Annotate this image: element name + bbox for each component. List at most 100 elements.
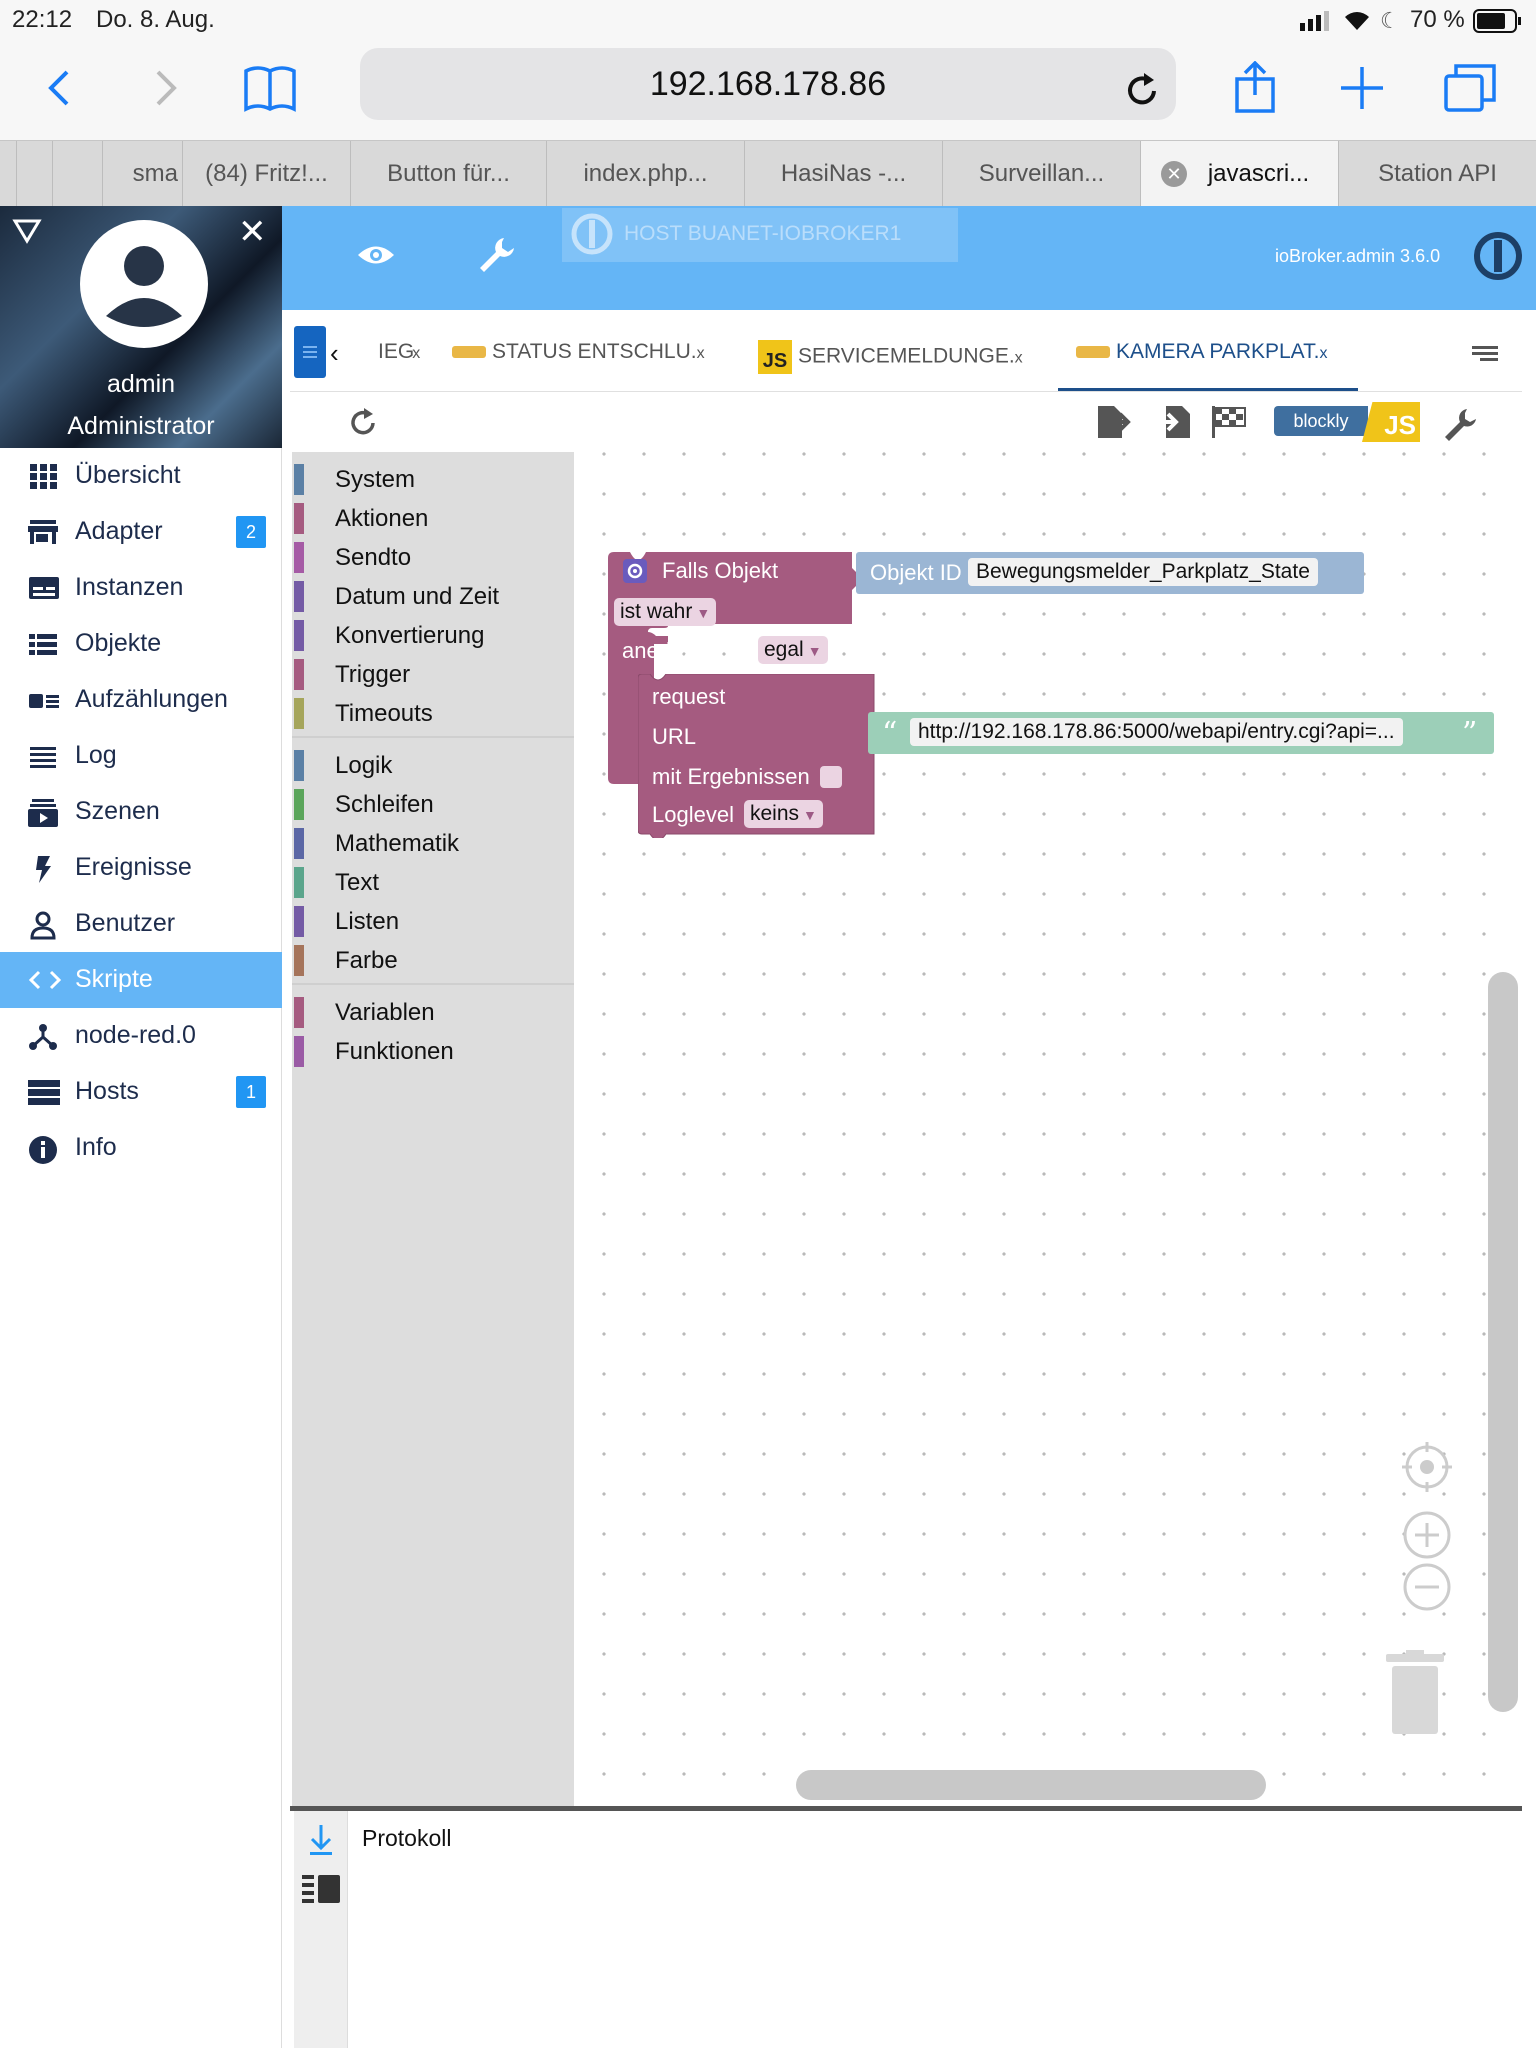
category-text[interactable]: Text <box>292 863 574 902</box>
browser-tab[interactable]: HasiNas -... <box>744 141 942 207</box>
sidebar-item-objekte[interactable]: Objekte <box>0 616 282 672</box>
browser-tab[interactable]: Button für... <box>350 141 546 207</box>
log-panel: Protokoll <box>290 1806 1522 2048</box>
sidebar-item-instanzen[interactable]: Instanzen <box>0 560 282 616</box>
category-sendto[interactable]: Sendto <box>292 538 574 577</box>
category-konvertierung[interactable]: Konvertierung <box>292 616 574 655</box>
browser-tab[interactable] <box>16 141 52 207</box>
loglevel-dropdown[interactable]: keins ▼ <box>744 800 823 828</box>
url-text-block[interactable]: “ http://192.168.178.86:5000/webapi/entr… <box>868 712 1494 754</box>
forward-icon[interactable] <box>135 58 195 118</box>
browser-tab[interactable]: Station API <box>1338 141 1536 207</box>
browser-tab-active[interactable]: ✕ javascri... <box>1140 141 1338 207</box>
status-date: Do. 8. Aug. <box>96 6 215 33</box>
category-listen[interactable]: Listen <box>292 902 574 941</box>
flag-icon[interactable] <box>1210 404 1250 445</box>
browser-toolbar: 192.168.178.86 <box>0 40 1536 140</box>
category-trigger[interactable]: Trigger <box>292 655 574 694</box>
browser-tab[interactable]: index.php... <box>546 141 744 207</box>
recenter-icon[interactable] <box>1402 1442 1452 1497</box>
sidebar-item-info[interactable]: Info <box>0 1120 282 1176</box>
hosts-icon <box>28 1078 60 1106</box>
zoom-out-icon[interactable] <box>1402 1562 1452 1617</box>
sidebar-item-szenen[interactable]: Szenen <box>0 784 282 840</box>
admin-version: ioBroker.admin 3.6.0 <box>1275 246 1441 266</box>
category-schleifen[interactable]: Schleifen <box>292 785 574 824</box>
category-farbe[interactable]: Farbe <box>292 941 574 980</box>
wrench-icon[interactable] <box>1442 406 1478 447</box>
sidebar-item-adapter[interactable]: Adapter 2 <box>0 504 282 560</box>
vertical-scrollbar[interactable] <box>1488 972 1518 1712</box>
category-timeouts[interactable]: Timeouts <box>292 694 574 733</box>
browser-tab[interactable] <box>52 141 102 207</box>
category-mathematik[interactable]: Mathematik <box>292 824 574 863</box>
eye-icon[interactable] <box>356 240 396 275</box>
scroll-down-icon[interactable] <box>308 1823 334 1862</box>
tabs-overview-icon[interactable] <box>1440 58 1500 118</box>
sidebar-item-node-red[interactable]: node-red.0 <box>0 1008 282 1064</box>
object-id-value[interactable]: Bewegungsmelder_Parkplatz_State <box>968 558 1318 586</box>
category-datum-und-zeit[interactable]: Datum und Zeit <box>292 577 574 616</box>
status-time: 22:12 <box>12 6 73 33</box>
sidebar-item-uebersicht[interactable]: Übersicht <box>0 448 282 504</box>
browser-tab[interactable]: Surveillan... <box>942 141 1140 207</box>
editor-toolbar: blockly JS <box>290 392 1522 452</box>
category-variablen[interactable]: Variablen <box>292 993 574 1032</box>
browser-tab[interactable]: (84) Fritz!... <box>182 141 350 207</box>
condition-dropdown[interactable]: ist wahr ▼ <box>614 598 717 626</box>
category-system[interactable]: System <box>292 460 574 499</box>
iobroker-logo-icon <box>570 212 614 261</box>
bookmarks-icon[interactable] <box>240 58 300 118</box>
sidebar-item-hosts[interactable]: Hosts 1 <box>0 1064 282 1120</box>
sidebar-item-log[interactable]: Log <box>0 728 282 784</box>
code-icon <box>28 966 62 994</box>
blockly-js-toggle[interactable]: blockly JS <box>1274 402 1420 442</box>
export-icon[interactable] <box>1096 404 1136 445</box>
wrench-icon[interactable] <box>476 234 516 279</box>
object-id-block[interactable]: Objekt ID Bewegungsmelder_Parkplatz_Stat… <box>856 552 1364 594</box>
close-sidebar-icon[interactable]: ✕ <box>238 212 267 252</box>
browser-tab[interactable]: sma <box>102 141 182 207</box>
url-bar[interactable]: 192.168.178.86 <box>360 48 1176 120</box>
trash-icon[interactable] <box>1382 1650 1448 1743</box>
sidebar-item-skripte[interactable]: Skripte <box>0 952 282 1008</box>
category-logik[interactable]: Logik <box>292 746 574 785</box>
tab-kamera-parkplat[interactable]: KAMERA PARKPLAT.x <box>1076 340 1327 364</box>
url-label: URL <box>652 724 697 749</box>
tab-ieg[interactable]: IEGx <box>378 340 420 364</box>
apps-icon <box>28 462 60 490</box>
sidebar: ✕ admin Administrator Übersicht Adapter … <box>0 206 282 2048</box>
horizontal-scrollbar[interactable] <box>796 1770 1266 1800</box>
log-list-icon[interactable] <box>302 1873 342 1908</box>
ack-dropdown[interactable]: egal ▼ <box>758 636 828 664</box>
collapse-menu-icon[interactable] <box>12 218 42 249</box>
scenes-icon <box>28 798 60 827</box>
zoom-in-icon[interactable] <box>1402 1510 1452 1565</box>
sidebar-item-ereignisse[interactable]: Ereignisse <box>0 840 282 896</box>
back-icon[interactable] <box>30 58 90 118</box>
blockly-workspace[interactable]: Objekt ID Bewegungsmelder_Parkplatz_Stat… <box>574 452 1522 1806</box>
sidebar-item-benutzer[interactable]: Benutzer <box>0 896 282 952</box>
signal-icon <box>1300 10 1332 38</box>
menu-toggle-icon[interactable] <box>294 326 326 378</box>
import-icon[interactable] <box>1152 404 1192 445</box>
url-value[interactable]: http://192.168.178.86:5000/webapi/entry.… <box>910 718 1403 746</box>
reload-icon[interactable] <box>1122 64 1162 136</box>
gear-icon[interactable] <box>622 558 648 584</box>
category-funktionen[interactable]: Funktionen <box>292 1032 574 1071</box>
scroll-left-icon[interactable]: ‹ <box>330 338 339 369</box>
request-block[interactable]: request URL mit Ergebnissen Loglevel kei… <box>638 674 878 838</box>
tab-servicemeldunge[interactable]: JS SERVICEMELDUNGE.x <box>758 340 1023 374</box>
refresh-icon[interactable] <box>346 406 380 445</box>
tab-menu-icon[interactable] <box>1470 342 1500 371</box>
close-tab-icon[interactable]: ✕ <box>1161 161 1187 187</box>
ack-label: anerkannt ist <box>622 638 748 663</box>
add-tab-icon[interactable] <box>1332 58 1392 118</box>
host-chip[interactable]: HOST BUANET-IOBROKER1 <box>562 208 958 262</box>
share-icon[interactable] <box>1225 58 1285 118</box>
sidebar-item-aufzaehlungen[interactable]: Aufzählungen <box>0 672 282 728</box>
category-aktionen[interactable]: Aktionen <box>292 499 574 538</box>
iobroker-logo-icon <box>1472 230 1524 287</box>
results-checkbox[interactable] <box>820 766 842 788</box>
tab-status-entschlu[interactable]: STATUS ENTSCHLU.x <box>452 340 705 364</box>
